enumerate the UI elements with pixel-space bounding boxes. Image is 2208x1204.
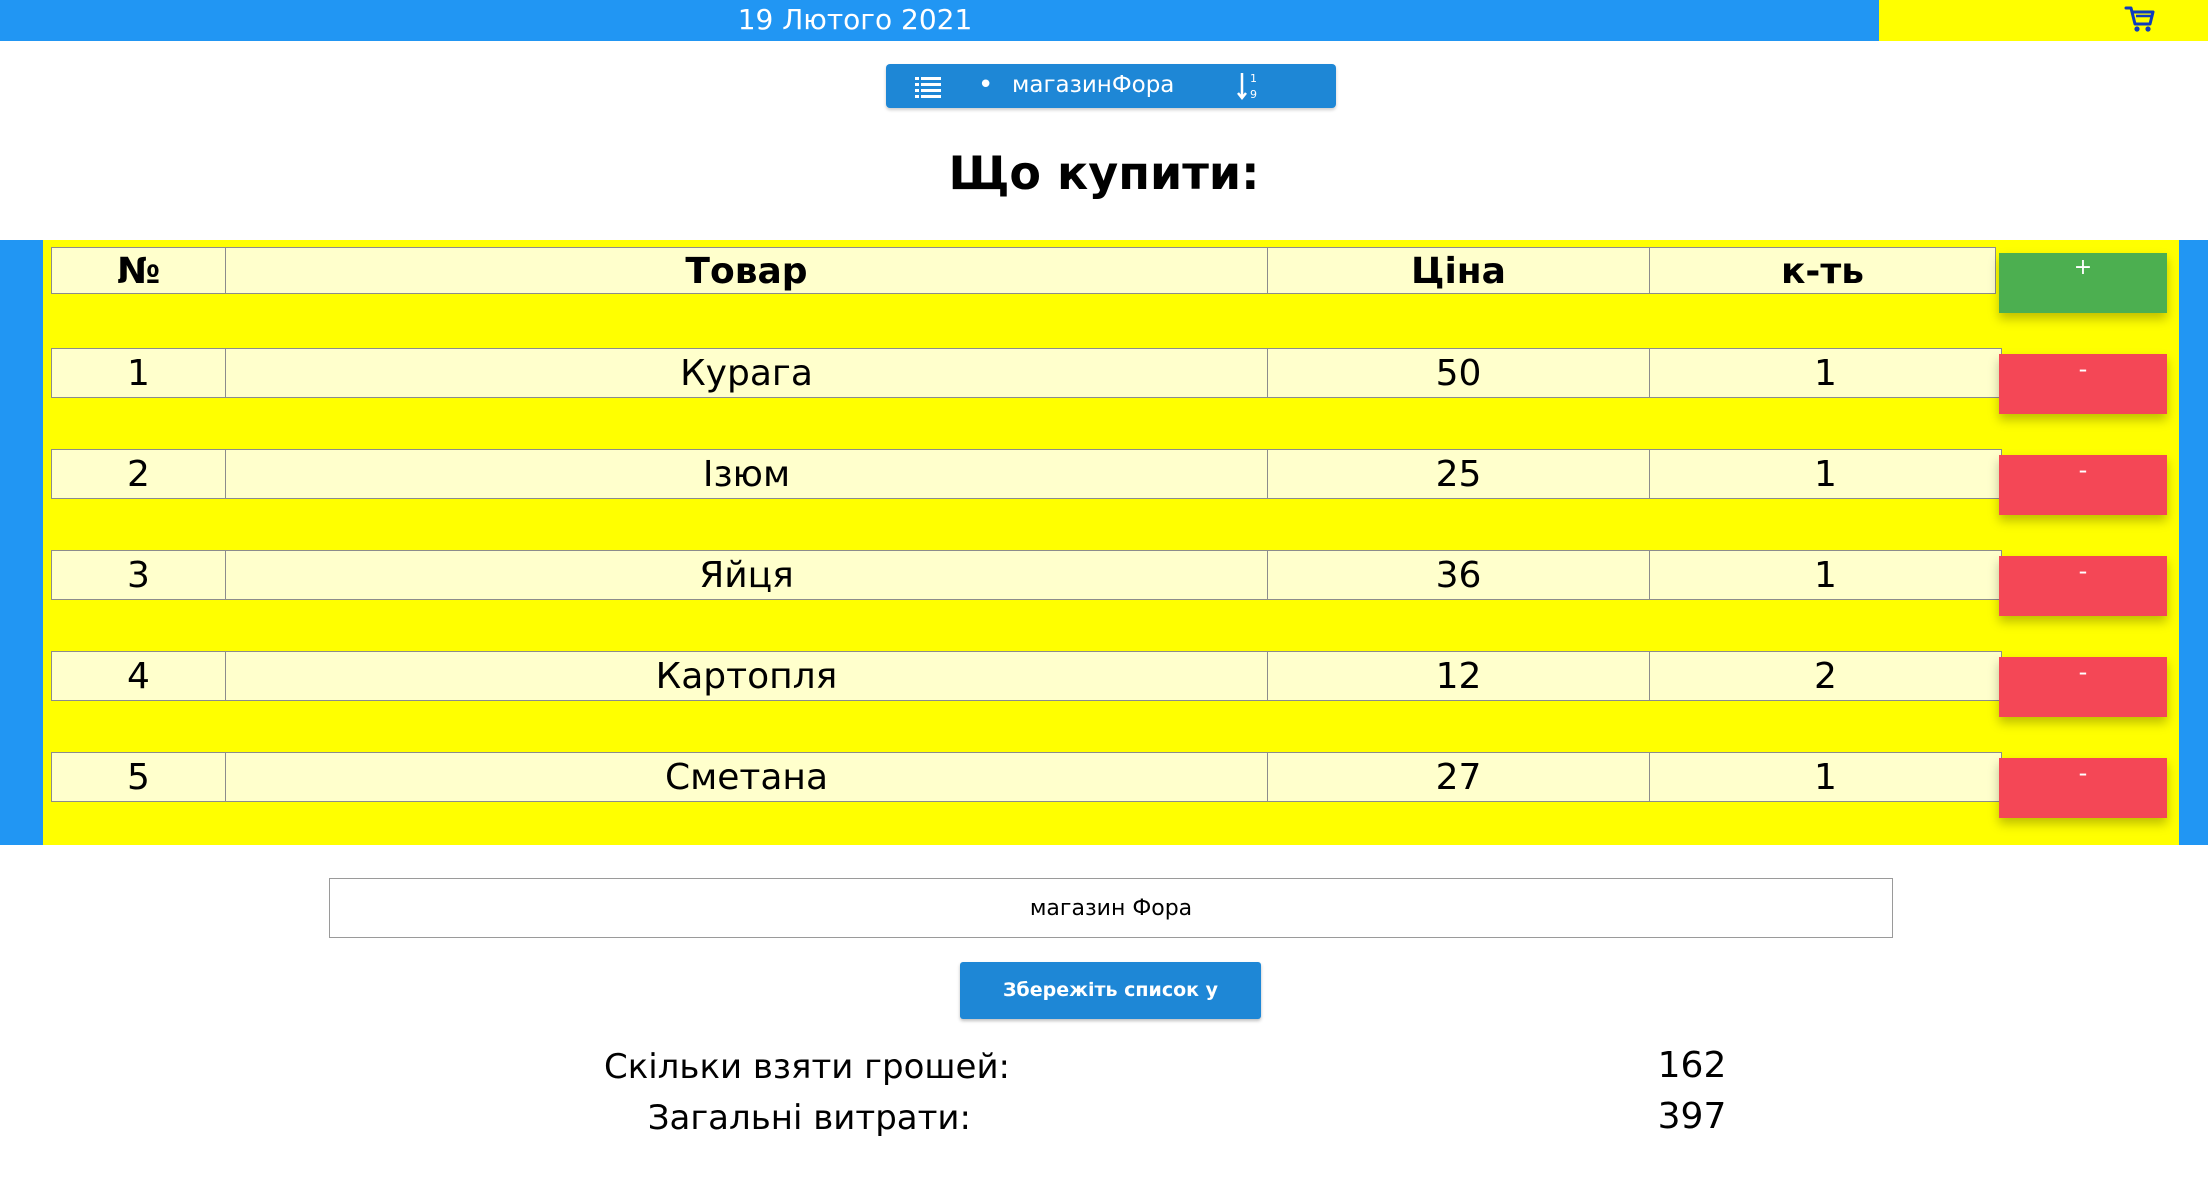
row-qty: 1: [1649, 348, 2002, 398]
row-price: 27: [1267, 752, 1650, 802]
delete-item-button[interactable]: -: [1999, 657, 2167, 717]
row-item: Яйця: [225, 550, 1268, 600]
page-title: Що купити:: [948, 146, 1260, 200]
save-list-button[interactable]: Збережіть список у колекцію: [960, 962, 1261, 1058]
total-value: 397: [1657, 1096, 1727, 1137]
shop-name: магазинФора: [1012, 72, 1175, 98]
row-item: Картопля: [225, 651, 1268, 701]
list-icon[interactable]: [915, 76, 941, 98]
row-qty: 1: [1649, 550, 2002, 600]
row-item: Сметана: [225, 752, 1268, 802]
row-num: 3: [51, 550, 226, 600]
row-num: 4: [51, 651, 226, 701]
row-qty: 1: [1649, 449, 2002, 499]
row-qty: 2: [1649, 651, 2002, 701]
header-num: №: [51, 247, 226, 294]
shop-selector[interactable]: • магазинФора 1 9: [886, 64, 1336, 108]
header-qty: к-ть: [1649, 247, 1996, 294]
add-item-button[interactable]: +: [1999, 253, 2167, 313]
row-price: 36: [1267, 550, 1650, 600]
page: 19 Лютого 2021 • магазинФора 1 9 Що купи…: [0, 0, 2208, 1204]
row-item: Курага: [225, 348, 1268, 398]
delete-item-button[interactable]: -: [1999, 758, 2167, 818]
top-bar: 19 Лютого 2021: [0, 0, 2208, 41]
top-bar-yellow: [1879, 0, 2208, 41]
row-qty: 1: [1649, 752, 2002, 802]
header-item: Товар: [225, 247, 1268, 294]
shop-name-input[interactable]: [329, 878, 1893, 938]
delete-item-button[interactable]: -: [1999, 455, 2167, 515]
svg-text:9: 9: [1250, 88, 1257, 101]
bullet: •: [978, 70, 994, 100]
row-price: 50: [1267, 348, 1650, 398]
svg-text:1: 1: [1250, 72, 1257, 85]
row-price: 25: [1267, 449, 1650, 499]
header-price: Ціна: [1267, 247, 1650, 294]
row-num: 1: [51, 348, 226, 398]
cart-icon[interactable]: [2124, 4, 2156, 34]
row-item: Ізюм: [225, 449, 1268, 499]
sort-numeric-icon[interactable]: 1 9: [1236, 70, 1262, 102]
money-value: 162: [1657, 1045, 1727, 1086]
money-label: Скільки взяти грошей:: [603, 1047, 1010, 1087]
delete-item-button[interactable]: -: [1999, 354, 2167, 414]
row-num: 2: [51, 449, 226, 499]
total-label: Загальні витрати:: [647, 1098, 971, 1138]
delete-item-button[interactable]: -: [1999, 556, 2167, 616]
row-num: 5: [51, 752, 226, 802]
current-date: 19 Лютого 2021: [737, 3, 973, 36]
row-price: 12: [1267, 651, 1650, 701]
